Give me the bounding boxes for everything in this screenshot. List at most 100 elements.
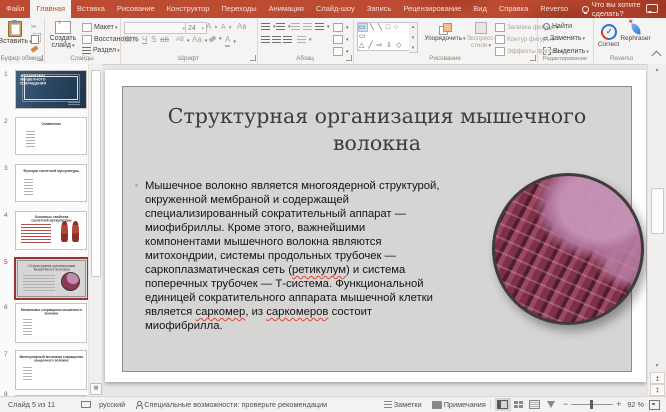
text-shadow-button[interactable]: S: [151, 35, 156, 45]
strikethrough-button[interactable]: ab: [160, 35, 169, 45]
panel-bottom-button[interactable]: ▦: [90, 383, 102, 395]
shrink-font-button[interactable]: А▼: [221, 23, 233, 33]
tab-record[interactable]: Запись: [361, 0, 398, 18]
slide-thumbnail-7[interactable]: Молекулярный механизм сокращения мышечно…: [15, 350, 87, 390]
numbering-button[interactable]: [276, 23, 291, 30]
comments-toggle[interactable]: Примечания: [432, 400, 486, 409]
slide-sorter-view-button[interactable]: [511, 398, 527, 411]
highlight-button[interactable]: [209, 35, 222, 42]
layout-button[interactable]: Макет: [82, 23, 117, 32]
tab-design[interactable]: Конструктор: [161, 0, 216, 18]
accessibility-checker[interactable]: Специальные возможности: проверьте реком…: [135, 400, 327, 409]
slide-thumbnail-6[interactable]: Механизмы сокращения мышечного волокна: [15, 303, 87, 343]
increase-indent-button[interactable]: [303, 23, 312, 30]
tab-help[interactable]: Справка: [493, 0, 534, 18]
shapes-gallery[interactable]: ▭ ╲ ╲ □ ○ ▭ △ ╱ ⇨ ⇩ ◇ ╲ ( ) ☆ ◇: [357, 22, 411, 51]
font-color-button[interactable]: А: [225, 35, 236, 47]
text-direction-button[interactable]: [333, 23, 349, 32]
align-text-icon: [333, 35, 343, 44]
section-button[interactable]: Раздел: [82, 47, 120, 54]
tab-draw[interactable]: Рисование: [111, 0, 161, 18]
slide-body-text[interactable]: ◦ Мышечное волокно является многоядерной…: [134, 179, 443, 333]
scrollbar-thumb[interactable]: [651, 188, 664, 234]
grow-font-button[interactable]: А▲: [206, 22, 218, 32]
reverso-correct-button[interactable]: ✓ Correct: [596, 24, 621, 48]
language-indicator[interactable]: русский: [99, 400, 125, 409]
notes-toggle[interactable]: Заметки: [384, 400, 422, 409]
new-slide-button[interactable]: Создать слайд: [47, 21, 79, 49]
arrange-button[interactable]: Упорядочить: [423, 23, 467, 42]
font-name-combo[interactable]: [124, 22, 188, 34]
tab-insert[interactable]: Вставка: [71, 0, 111, 18]
zoom-in-button[interactable]: +: [616, 400, 621, 409]
paragraph-dialog-launcher[interactable]: [346, 55, 352, 61]
zoom-slider[interactable]: [571, 404, 613, 405]
clipboard-dialog-launcher[interactable]: [37, 55, 43, 61]
tab-transitions[interactable]: Переходы: [215, 0, 262, 18]
font-dialog-launcher[interactable]: [250, 55, 256, 61]
vertical-scrollbar[interactable]: ▴ ▾ ▲▲ ▼▼: [647, 64, 666, 397]
decrease-indent-icon: [291, 23, 300, 30]
fit-to-window-button[interactable]: [649, 400, 660, 410]
scrollbar-thumb[interactable]: [91, 70, 101, 277]
comments-bubble-icon[interactable]: [646, 4, 658, 13]
drawing-dialog-launcher[interactable]: [530, 55, 536, 61]
tab-view[interactable]: Вид: [467, 0, 493, 18]
bold-button[interactable]: Ж: [124, 35, 131, 45]
tab-reverso[interactable]: Reverso: [534, 0, 574, 18]
slide-title[interactable]: Структурная организация мышечного волокн…: [147, 103, 607, 156]
reverso-rephraser-button[interactable]: Rephraser: [622, 24, 649, 42]
thumbnail-panel-scrollbar[interactable]: ▦: [88, 64, 102, 397]
zoom-level[interactable]: 92 %: [627, 400, 644, 409]
quick-styles-button[interactable]: Экспресс-стили: [467, 22, 495, 49]
zoom-slider-thumb[interactable]: [590, 400, 593, 409]
slide-thumbnail-1[interactable]: МЕХАНИЗМЫ МЫШЕЧНОГО СОКРАЩЕНИЯ: [15, 70, 87, 109]
slide-thumbnail-4[interactable]: Основные свойства скелетной мускулатуры: [15, 211, 87, 250]
scroll-down-arrow[interactable]: ▾: [648, 361, 666, 371]
align-center-button[interactable]: [272, 36, 281, 43]
bullets-button[interactable]: [261, 23, 276, 30]
paste-button[interactable]: Вставить: [2, 21, 28, 45]
scroll-up-arrow[interactable]: ▴: [648, 65, 666, 75]
character-spacing-button[interactable]: АВ: [176, 35, 190, 45]
previous-slide-button[interactable]: ▲▲: [650, 372, 665, 384]
clear-formatting-button[interactable]: Ав: [237, 22, 247, 32]
copy-button[interactable]: [31, 35, 39, 44]
replace-button[interactable]: ⇄Заменить: [543, 35, 585, 42]
change-case-button[interactable]: Аа: [192, 35, 207, 45]
tab-file[interactable]: Файл: [0, 0, 30, 18]
shapes-gallery-scroll[interactable]: ▴▾▾: [409, 22, 418, 53]
normal-view-button[interactable]: [495, 398, 511, 411]
find-button[interactable]: Найти: [543, 23, 572, 30]
cut-button[interactable]: ✂: [31, 23, 37, 31]
collapse-ribbon-button[interactable]: [652, 51, 662, 61]
align-right-button[interactable]: [283, 36, 292, 43]
next-slide-button[interactable]: ▼▼: [650, 384, 665, 396]
display-settings-button[interactable]: [81, 401, 91, 408]
slide-thumbnail-5-selected[interactable]: Структурная организация мышечного волокн…: [14, 257, 88, 300]
slideshow-view-button[interactable]: [543, 398, 559, 411]
columns-button[interactable]: [297, 36, 312, 43]
italic-button[interactable]: К: [133, 35, 138, 45]
slide-thumbnail-3[interactable]: Функции скелетной мускулатуры: [15, 164, 87, 202]
tab-review[interactable]: Рецензирование: [397, 0, 467, 18]
slide-thumbnail-2[interactable]: Оглавление: [15, 117, 87, 155]
format-painter-button[interactable]: [31, 47, 38, 51]
font-size-combo[interactable]: 24: [185, 22, 207, 34]
slide-canvas[interactable]: Структурная организация мышечного волокн…: [105, 70, 646, 382]
tab-animations[interactable]: Анимация: [263, 0, 310, 18]
align-text-button[interactable]: [333, 35, 349, 44]
decrease-indent-button[interactable]: [291, 23, 300, 30]
shape-fill-icon: [495, 23, 505, 32]
line-spacing-button[interactable]: [315, 23, 330, 30]
select-button[interactable]: Выделить: [543, 47, 589, 55]
underline-button[interactable]: Ч: [142, 35, 147, 45]
reading-view-button[interactable]: [527, 398, 543, 411]
increase-indent-icon: [303, 23, 312, 30]
muscle-micrograph-image[interactable]: [492, 173, 644, 325]
tab-slideshow[interactable]: Слайд-шоу: [310, 0, 361, 18]
tab-home[interactable]: Главная: [30, 0, 71, 18]
slide-counter[interactable]: Слайд 5 из 11: [8, 400, 55, 409]
align-left-button[interactable]: [261, 36, 270, 43]
zoom-out-button[interactable]: −: [563, 400, 568, 409]
